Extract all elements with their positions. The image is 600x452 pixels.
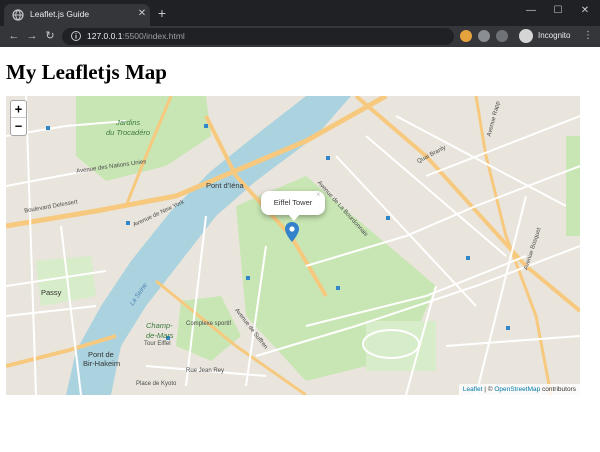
map-label: Jardins [116, 118, 141, 127]
map-label: Rue Jean Rey [186, 368, 225, 374]
extension-icon[interactable] [460, 30, 472, 42]
tab-title: Leaflet.js Guide [30, 9, 90, 19]
forward-button[interactable]: → [24, 28, 40, 44]
browser-toolbar: ← → ↻ 127.0.0.1:5500/index.html ☆ Incogn… [0, 26, 600, 47]
new-tab-button[interactable]: + [155, 6, 169, 20]
osm-link[interactable]: OpenStreetMap [494, 386, 540, 393]
plus-icon: + [157, 5, 167, 21]
info-icon [71, 31, 81, 41]
map-label: du Trocadéro [106, 128, 151, 137]
map-attribution: Leaflet | © OpenStreetMap contributors [458, 384, 580, 395]
map-label: de-Mars [146, 331, 174, 340]
leaflet-link[interactable]: Leaflet [463, 386, 483, 393]
popup-tip [288, 214, 300, 221]
incognito-label: Incognito [538, 31, 571, 40]
arrow-left-icon: ← [8, 30, 20, 42]
url-text[interactable]: 127.0.0.1:5500/index.html [87, 31, 185, 41]
attribution-separator: | © [482, 386, 495, 393]
map-label: Bir-Hakeim [83, 359, 121, 368]
back-button[interactable]: ← [6, 28, 22, 44]
reload-icon: ↻ [45, 30, 55, 42]
zoom-out-button[interactable]: − [11, 118, 26, 135]
kebab-menu-icon[interactable]: ⋮ [583, 29, 593, 43]
close-icon[interactable]: × [316, 190, 321, 199]
extension-icon[interactable] [478, 30, 490, 42]
close-icon[interactable]: ✕ [136, 7, 148, 21]
extension-icon[interactable] [496, 30, 508, 42]
incognito-badge[interactable]: Incognito [519, 28, 575, 44]
popup-text: Eiffel Tower [273, 198, 313, 207]
map-pin-icon[interactable] [285, 222, 299, 242]
zoom-control: + − [10, 100, 27, 136]
close-window-button[interactable]: ✕ [570, 2, 600, 20]
maximize-button[interactable]: ☐ [543, 2, 573, 20]
map-label: Place de Kyoto [136, 381, 177, 387]
address-bar[interactable]: 127.0.0.1:5500/index.html ☆ [62, 28, 504, 45]
browser-chrome: Leaflet.js Guide ✕ + — ☐ ✕ ← → ↻ 127.0.0… [0, 0, 600, 47]
attribution-suffix: contributors [540, 386, 576, 393]
page-title: My Leafletjs Map [6, 60, 167, 84]
marker-popup: Eiffel Tower × [261, 190, 325, 215]
globe-icon [12, 9, 24, 21]
map-label: Pont d'Iéna [206, 181, 244, 190]
zoom-in-button[interactable]: + [11, 101, 26, 118]
incognito-icon [519, 29, 533, 43]
browser-tab[interactable]: Leaflet.js Guide ✕ [4, 4, 150, 26]
arrow-right-icon: → [26, 30, 38, 42]
minimize-button[interactable]: — [516, 2, 546, 20]
map-label: Pont de [88, 350, 114, 359]
map-label: Passy [41, 288, 62, 297]
tab-strip: Leaflet.js Guide ✕ + — ☐ ✕ [0, 0, 600, 26]
map-label: Champ- [146, 321, 173, 330]
leaflet-map[interactable]: Jardins du Trocadéro Pont d'Iéna Passy P… [6, 96, 580, 395]
map-label: Tour Eiffel [144, 341, 171, 347]
map-label: Complexe sportif [186, 321, 232, 327]
reload-button[interactable]: ↻ [42, 28, 58, 44]
